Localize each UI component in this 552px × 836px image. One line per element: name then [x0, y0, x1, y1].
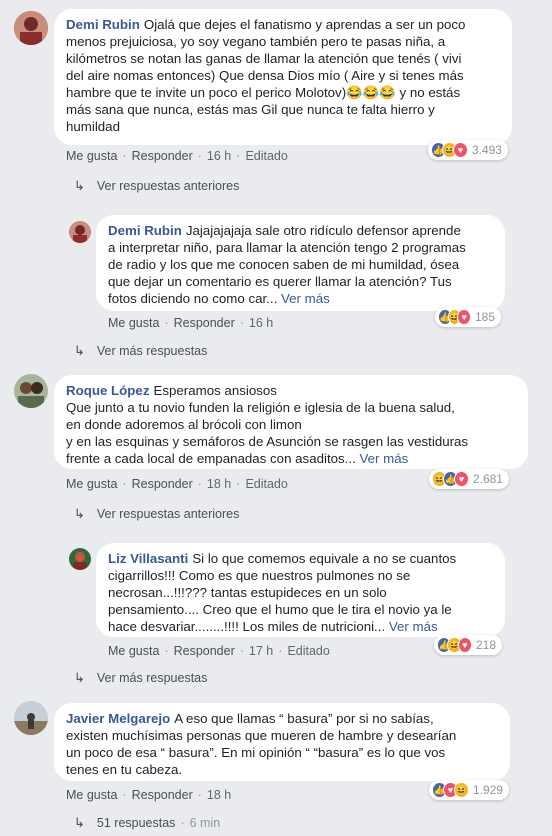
- comment-text-line: más sana que nunca, estás mas Gil que nu…: [66, 102, 435, 117]
- comment-text-line: en donde adoremos al brócoli con limon: [66, 417, 302, 432]
- see-more-link[interactable]: Ver más: [281, 291, 330, 306]
- comment-text-line: Esperamos ansiosos: [153, 383, 277, 398]
- reaction-count: 185: [474, 310, 495, 324]
- comment-text-line: y en las esquinas y semáforos de Asunció…: [66, 434, 469, 449]
- comment-time[interactable]: 17 h: [249, 644, 273, 658]
- comment-text-line: del aire nomas entonces) Que densa Dios …: [66, 68, 464, 83]
- reply-arrow-icon: ↳: [74, 815, 85, 830]
- reaction-count: 218: [475, 638, 497, 652]
- comment-actions: Me gusta · Responder · 16 h · Editado: [66, 149, 288, 163]
- comment-author[interactable]: Roque López: [66, 383, 149, 398]
- love-reaction-icon: ♥: [452, 142, 468, 158]
- comment-bubble: Roque López Esperamos ansiosos Que junto …: [54, 375, 528, 469]
- reply-bubble: Liz Villasanti Si lo que comemos equivale…: [96, 543, 505, 637]
- edited-label: Editado: [245, 477, 288, 491]
- comment-text-line: necrosan...!!!??? tantas estupideces en …: [108, 585, 387, 600]
- view-more-replies[interactable]: ↳ Ver más respuestas: [74, 343, 207, 359]
- reply-button[interactable]: Responder: [132, 149, 193, 163]
- comment-actions: Me gusta · Responder · 16 h: [108, 316, 274, 330]
- like-button[interactable]: Me gusta: [66, 788, 117, 802]
- comment-text-line: un poco de esa “ basura”. En mi opinión …: [66, 745, 446, 760]
- see-more-link[interactable]: Ver más: [359, 451, 408, 466]
- reply-button[interactable]: Responder: [132, 788, 193, 802]
- reply-bubble: Demi Rubin Jajajajajaja sale otro ridícul…: [96, 215, 505, 311]
- reply-arrow-icon: ↳: [74, 506, 85, 521]
- avatar[interactable]: [14, 701, 48, 735]
- reply-arrow-icon: ↳: [74, 343, 85, 358]
- comment-bubble: Javier Melgarejo A eso que llamas “ basur…: [54, 703, 510, 781]
- comment-text-line: Jajajajajaja sale otro ridículo defensor…: [185, 223, 461, 238]
- reactions-summary[interactable]: 👍 😆 ♥ 218: [434, 635, 502, 655]
- reactions-summary[interactable]: 👍 😆 ♥ 185: [435, 307, 501, 327]
- love-reaction-icon: ♥: [453, 471, 469, 487]
- like-button[interactable]: Me gusta: [108, 316, 159, 330]
- comment-text-line: cigarrillos!!! Como es que nuestros pulm…: [108, 568, 411, 583]
- reactions-summary[interactable]: 👍 😆 ♥ 3.493: [428, 140, 508, 160]
- reaction-count: 1.929: [472, 783, 503, 797]
- comment-text-line: hambre que te invite un poco el perico M…: [66, 85, 461, 100]
- love-reaction-icon: ♥: [457, 309, 471, 325]
- reactions-summary[interactable]: 👍 ♥ 😆 1.929: [429, 780, 509, 800]
- comment-text-line: fotos diciendo no como car...: [108, 291, 278, 306]
- comment-text-line: pensamiento.... Creo que el humo que le …: [108, 602, 452, 617]
- avatar[interactable]: [69, 548, 91, 570]
- comment-text-line: a interpretar niño, para llamar la atenc…: [108, 240, 466, 255]
- view-more-replies[interactable]: ↳ Ver más respuestas: [74, 670, 207, 686]
- avatar[interactable]: [14, 374, 48, 408]
- comment-text-line: menos prejuiciosa, yo soy vegano también…: [66, 34, 446, 49]
- comment-time[interactable]: 18 h: [207, 788, 231, 802]
- comment-actions: Me gusta · Responder · 17 h · Editado: [108, 644, 330, 658]
- edited-label: Editado: [245, 149, 288, 163]
- comment-text-line: kilómetros se notan las ganas de llamar …: [66, 51, 462, 66]
- haha-reaction-icon: 😆: [453, 782, 469, 798]
- comment-author[interactable]: Liz Villasanti: [108, 551, 188, 566]
- comment-bubble: Demi Rubin Ojalá que dejes el fanatismo y…: [54, 9, 512, 145]
- comment-text-line: frente a cada local de empanadas con asa…: [66, 451, 356, 466]
- reply-arrow-icon: ↳: [74, 178, 85, 193]
- view-previous-replies[interactable]: ↳ Ver respuestas anteriores: [74, 506, 239, 522]
- comment-time[interactable]: 16 h: [249, 316, 273, 330]
- reply-button[interactable]: Responder: [174, 316, 235, 330]
- comment-text-line: Si lo que comemos equivale a no se cuant…: [192, 551, 457, 566]
- comment-time[interactable]: 18 h: [207, 477, 231, 491]
- reply-button[interactable]: Responder: [132, 477, 193, 491]
- comment-time[interactable]: 16 h: [207, 149, 231, 163]
- edited-label: Editado: [287, 644, 330, 658]
- comment-author[interactable]: Demi Rubin: [66, 17, 140, 32]
- view-previous-replies[interactable]: ↳ Ver respuestas anteriores: [74, 178, 239, 194]
- replies-count-link[interactable]: ↳ 51 respuestas · 6 min: [74, 815, 220, 831]
- like-button[interactable]: Me gusta: [108, 644, 159, 658]
- reactions-summary[interactable]: 😆 👍 ♥ 2.681: [429, 469, 509, 489]
- avatar[interactable]: [14, 11, 48, 45]
- see-more-link[interactable]: Ver más: [389, 619, 438, 634]
- love-reaction-icon: ♥: [457, 637, 472, 653]
- avatar[interactable]: [69, 221, 91, 243]
- comment-text-line: hace desvariar........!!!! Los miles de …: [108, 619, 386, 634]
- comments-section: Demi Rubin Ojalá que dejes el fanatismo y…: [0, 0, 552, 836]
- reaction-count: 3.493: [471, 143, 502, 157]
- comment-text-line: tenes en tu cabeza.: [66, 762, 183, 777]
- comment-author[interactable]: Demi Rubin: [108, 223, 182, 238]
- comment-actions: Me gusta · Responder · 18 h: [66, 788, 232, 802]
- comment-text-line: A eso que llamas “ basura” por si no sab…: [174, 711, 434, 726]
- comment-text-line: humildad: [66, 119, 120, 134]
- comment-text-line: Ojalá que dejes el fanatismo y aprendas …: [143, 17, 466, 32]
- comment-actions: Me gusta · Responder · 18 h · Editado: [66, 477, 288, 491]
- reply-button[interactable]: Responder: [174, 644, 235, 658]
- reply-arrow-icon: ↳: [74, 670, 85, 685]
- comment-text-line: Que junto a tu novio funden la religión …: [66, 400, 455, 415]
- reaction-count: 2.681: [472, 472, 503, 486]
- comment-text-line: existen muchísimas personas que mueren d…: [66, 728, 457, 743]
- comment-text-line: que dejar un comentario es querer llamar…: [108, 274, 452, 289]
- like-button[interactable]: Me gusta: [66, 149, 117, 163]
- comment-text-line: de radio y los que me conocen saben de m…: [108, 257, 460, 272]
- like-button[interactable]: Me gusta: [66, 477, 117, 491]
- replies-time: 6 min: [189, 816, 221, 830]
- comment-author[interactable]: Javier Melgarejo: [66, 711, 170, 726]
